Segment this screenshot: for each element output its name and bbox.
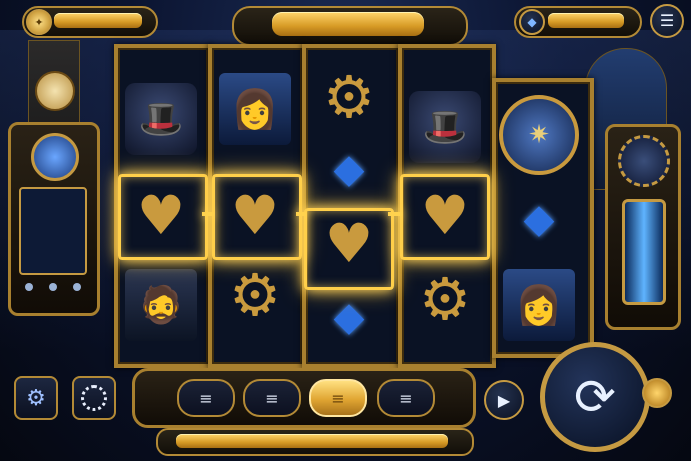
bet-chip-4[interactable]: ≡ bbox=[377, 379, 435, 417]
blue-gem-icon: ◆ bbox=[333, 146, 365, 192]
autoplay-icon bbox=[81, 385, 107, 411]
play-icon: ▶ bbox=[497, 390, 511, 410]
symbol-top-hat-goggles: 🎩 bbox=[118, 76, 204, 162]
win-highlight bbox=[304, 208, 394, 290]
coin-balance-fill bbox=[54, 13, 142, 28]
top-hat-icon: 🎩 bbox=[125, 83, 197, 155]
blue-gem-icon: ◆ bbox=[333, 294, 365, 340]
symbol-lady-portrait: 👩 bbox=[212, 66, 298, 152]
gear-wheel-icon: ⚙ bbox=[419, 265, 471, 333]
symbol-gentleman-portrait: 🧔 bbox=[118, 262, 204, 348]
symbol-gear-wheel: ⚙ bbox=[402, 256, 488, 342]
symbol-compass-clock: ✷ bbox=[496, 92, 582, 178]
coin-stack-icon: ≡ bbox=[331, 388, 345, 408]
indicator-lights bbox=[25, 283, 81, 293]
diamond-icon: ◆ bbox=[519, 9, 545, 35]
autoplay-button[interactable] bbox=[72, 376, 116, 420]
play-button[interactable]: ▶ bbox=[484, 380, 524, 420]
menu-button[interactable]: ☰ bbox=[650, 4, 684, 38]
win-highlight bbox=[118, 174, 208, 260]
gem-balance-fill bbox=[548, 13, 624, 28]
spin-side-knob bbox=[642, 378, 672, 408]
win-highlight bbox=[212, 174, 302, 260]
right-gauge-panel bbox=[605, 124, 681, 330]
gear-wheel-icon: ⚙ bbox=[229, 261, 281, 329]
coin-balance-bar: ✦ bbox=[22, 6, 158, 38]
lady-portrait-icon: 👩 bbox=[503, 269, 575, 341]
bet-chip-3[interactable]: ≡ bbox=[309, 379, 367, 417]
gear-icon: ⚙ bbox=[26, 385, 46, 411]
bet-selector-panel: ≡ ≡ ≡ ≡ bbox=[132, 368, 476, 428]
settings-button[interactable]: ⚙ bbox=[14, 376, 58, 420]
gentleman-portrait-icon: 🧔 bbox=[125, 269, 197, 341]
win-line-link bbox=[296, 212, 306, 216]
top-hat-icon: 🎩 bbox=[409, 91, 481, 163]
gauge-screen bbox=[19, 187, 87, 275]
coin-stack-icon: ≡ bbox=[265, 388, 279, 408]
symbol-lady-portrait: 👩 bbox=[496, 262, 582, 348]
blue-gem-icon: ◆ bbox=[523, 196, 555, 242]
compass-gauge-icon bbox=[31, 133, 79, 181]
gem-balance-bar: ◆ bbox=[514, 6, 642, 38]
symbol-top-hat-goggles: 🎩 bbox=[402, 84, 488, 170]
compass-clock-icon: ✷ bbox=[499, 95, 579, 175]
bet-chip-1[interactable]: ≡ bbox=[177, 379, 235, 417]
win-meter-fill bbox=[176, 434, 448, 448]
coin-icon: ✦ bbox=[26, 9, 52, 35]
coin-stack-icon: ≡ bbox=[399, 388, 413, 408]
spin-button[interactable]: ⟳ bbox=[540, 342, 650, 452]
win-line-link bbox=[388, 212, 402, 216]
gear-gauge-icon bbox=[618, 135, 670, 187]
win-highlight bbox=[400, 174, 490, 260]
clock-face-icon bbox=[35, 71, 75, 111]
symbol-gear-wheel: ⚙ bbox=[212, 252, 298, 338]
left-gauge-panel bbox=[8, 122, 100, 316]
win-line-link bbox=[202, 212, 214, 216]
title-banner-fill bbox=[272, 12, 424, 36]
symbol-blue-gem: ◆ bbox=[496, 176, 582, 262]
bet-chip-2[interactable]: ≡ bbox=[243, 379, 301, 417]
coin-stack-icon: ≡ bbox=[199, 388, 213, 408]
win-meter-bar bbox=[156, 428, 474, 456]
energy-tube bbox=[622, 199, 666, 305]
menu-icon: ☰ bbox=[659, 11, 675, 30]
gear-wheel-icon: ⚙ bbox=[323, 63, 375, 131]
lady-portrait-icon: 👩 bbox=[219, 73, 291, 145]
spin-arrows-icon: ⟳ bbox=[574, 368, 616, 426]
title-banner bbox=[232, 6, 468, 46]
